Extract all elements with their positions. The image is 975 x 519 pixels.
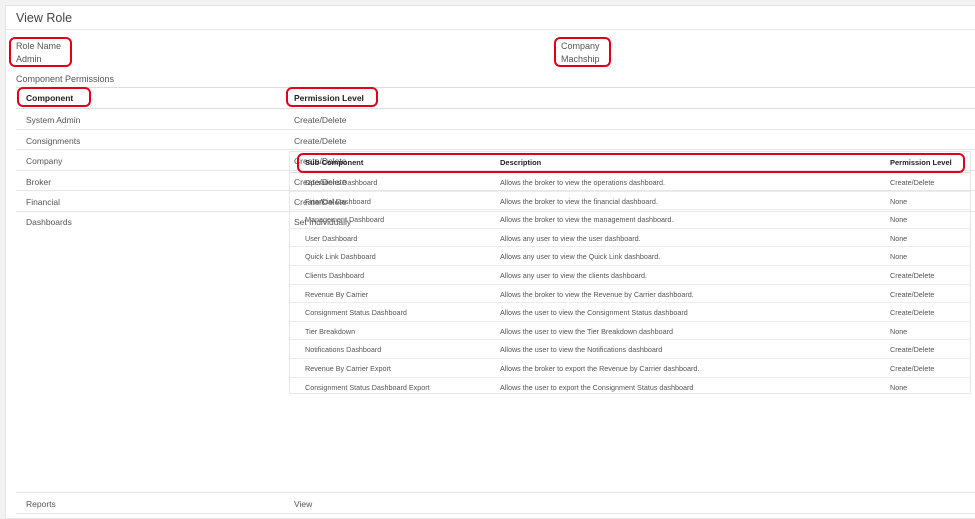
sub-component-level: Create/Delete [890,289,935,299]
sub-component-name: Quick Link Dashboard [305,252,376,262]
sub-component-description: Allows the user to export the Consignmen… [500,382,694,392]
sub-component-description: Allows the user to view the Tier Breakdo… [500,326,673,336]
component-level: Create/Delete [294,135,347,146]
component-level: Create/Delete [294,115,347,125]
highlight-component-header [17,87,91,107]
sub-component-description: Allows any user to view the clients dash… [500,271,648,280]
table-row: Consignment Status Dashboard Export Allo… [290,378,970,397]
table-row: Revenue By Carrier Export Allows the bro… [290,359,970,378]
sub-component-name: Operations Dashboard [305,178,378,187]
table-row: Financial Dashboard Allows the broker to… [290,192,970,211]
sub-component-level: None [890,196,908,206]
sub-component-level: None [890,252,908,262]
sub-component-name: Revenue By Carrier [305,289,369,299]
sub-component-level: None [890,382,908,392]
table-row: User Dashboard Allows any user to view t… [290,229,970,248]
component-level: View [294,498,313,509]
sub-component-level: Create/Delete [890,364,935,373]
sub-component-description: Allows any user to view the Quick Link d… [500,252,661,262]
sub-component-description: Allows the broker to view the financial … [500,196,658,206]
table-row: Notifications Dashboard Allows the user … [290,340,970,359]
sub-component-name: Tier Breakdown [305,326,356,336]
sub-component-name: Consignment Status Dashboard Export [305,382,430,392]
table-header: Component Permission Level [16,87,975,109]
sub-component-description: Allows the broker to view the operations… [500,178,666,187]
highlight-company [554,37,611,67]
sub-component-description: Allows any user to view the user dashboa… [500,233,641,243]
dashboards-sub-table: Sub-Component Description Permission Lev… [289,151,971,394]
component-name: Dashboards [26,216,72,227]
page-title: View Role [16,11,73,25]
table-row: Quick Link Dashboard Allows any user to … [290,247,970,266]
table-row: Consignments Create/Delete [16,130,975,150]
sub-component-level: Create/Delete [890,345,935,355]
highlight-sub-table-header [297,153,965,173]
sub-component-name: User Dashboard [305,233,358,243]
component-name: System Admin [26,115,81,125]
component-permissions-label: Component Permissions [16,74,115,84]
sub-component-level: None [890,326,908,336]
view-role-panel: View Role Role Name Admin Company Machsh… [5,5,975,519]
component-name: Broker [26,176,52,187]
sub-component-level: Create/Delete [890,308,935,318]
table-row: Tier Breakdown Allows the user to view t… [290,322,970,341]
sub-component-name: Notifications Dashboard [305,345,382,355]
sub-component-name: Consignment Status Dashboard [305,308,407,318]
sub-component-level: None [890,233,908,243]
table-row: Reports View [16,493,975,514]
sub-component-level: None [890,215,908,225]
sub-component-description: Allows the broker to export the Revenue … [500,364,700,373]
table-row: System Admin Create/Delete [16,109,975,130]
sub-component-description: Allows the broker to view the Revenue by… [500,289,694,299]
table-row: Consignment Status Dashboard Allows the … [290,303,970,322]
panel-header: View Role [6,6,975,30]
component-name: Consignments [26,135,81,146]
sub-component-level: Create/Delete [890,178,935,187]
sub-component-description: Allows the broker to view the management… [500,215,674,225]
sub-component-description: Allows the user to view the Consignment … [500,308,688,318]
table-row: Operations Dashboard Allows the broker t… [290,173,970,192]
sub-component-name: Financial Dashboard [305,196,371,206]
component-name: Reports [26,498,56,509]
table-row: Revenue By Carrier Allows the broker to … [290,285,970,304]
table-row: Clients Dashboard Allows any user to vie… [290,266,970,285]
highlight-permission-level-header [286,87,378,107]
component-name: Financial [26,197,61,207]
sub-component-name: Clients Dashboard [305,271,365,280]
sub-component-name: Revenue By Carrier Export [305,364,391,373]
sub-component-name: Management Dashboard [305,215,385,225]
sub-component-description: Allows the user to view the Notification… [500,345,663,355]
highlight-role-name [9,37,72,67]
component-name: Company [26,156,63,166]
sub-component-level: Create/Delete [890,271,935,280]
table-row: Management Dashboard Allows the broker t… [290,210,970,229]
